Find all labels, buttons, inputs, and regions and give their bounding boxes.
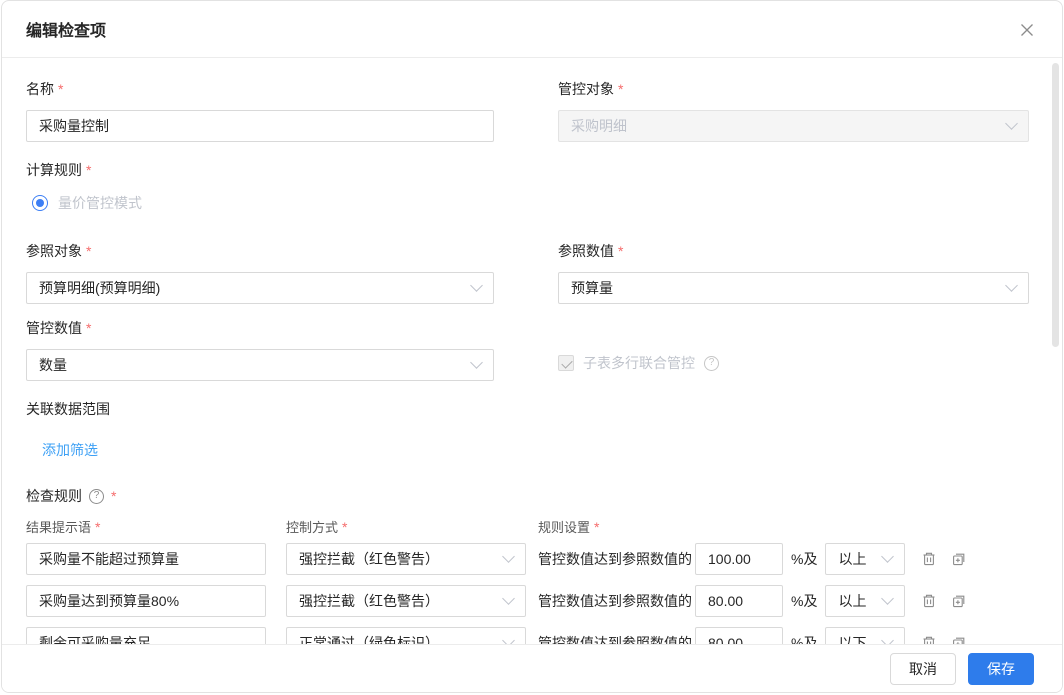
field-control-value: 管控数值 * 数量	[26, 320, 494, 381]
add-rule-button[interactable]	[950, 551, 967, 568]
chevron-down-icon	[882, 592, 895, 605]
required-asterisk: *	[58, 81, 63, 97]
required-asterisk: *	[594, 519, 599, 535]
required-asterisk: *	[342, 519, 347, 535]
chevron-down-icon	[470, 356, 483, 369]
rule-row: 强控拦截（红色警告） 管控数值达到参照数值的 %及 以上	[26, 543, 1038, 575]
joint-control-checkbox	[558, 355, 574, 371]
save-button[interactable]: 保存	[968, 653, 1034, 685]
edit-check-item-dialog: 编辑检查项 名称 * 管控对象 * 采购明细	[1, 0, 1063, 693]
data-range-label: 关联数据范围	[26, 399, 1038, 419]
rule-method-select[interactable]: 强控拦截（红色警告）	[286, 585, 526, 617]
setting-column-header: 规则设置 *	[538, 517, 1038, 536]
dialog-footer: 取消 保存	[2, 644, 1062, 692]
rule-row: 强控拦截（红色警告） 管控数值达到参照数值的 %及 以上	[26, 585, 1038, 617]
field-reference-object: 参照对象 * 预算明细(预算明细)	[26, 243, 494, 304]
add-filter-link[interactable]: 添加筛选	[42, 440, 98, 460]
check-rules-label: 检查规则 ? *	[26, 486, 1038, 506]
field-control-object: 管控对象 * 采购明细	[558, 81, 1029, 142]
calc-rule-radio-row: 量价管控模式	[32, 193, 1038, 213]
reference-value-label: 参照数值 *	[558, 243, 1029, 259]
rule-prefix-text: 管控数值达到参照数值的	[538, 591, 692, 611]
field-reference-value: 参照数值 * 预算量	[558, 243, 1029, 304]
joint-control-label: 子表多行联合管控	[583, 353, 695, 373]
cancel-button[interactable]: 取消	[890, 653, 956, 685]
chevron-down-icon	[502, 592, 515, 605]
rule-percent-input[interactable]	[695, 585, 783, 617]
chevron-down-icon	[1005, 279, 1018, 292]
rule-prefix-text: 管控数值达到参照数值的	[538, 549, 692, 569]
required-asterisk: *	[111, 488, 116, 504]
required-asterisk: *	[86, 320, 91, 336]
dialog-body: 名称 * 管控对象 * 采购明细 计算规则 *	[2, 58, 1062, 646]
reference-object-label: 参照对象 *	[26, 243, 494, 259]
dialog-title: 编辑检查项	[26, 17, 106, 41]
calc-rule-label: 计算规则 *	[26, 160, 1038, 180]
delete-rule-button[interactable]	[920, 593, 937, 610]
joint-control-row: 子表多行联合管控 ?	[558, 353, 1029, 373]
rule-bound-select[interactable]: 以上	[825, 585, 905, 617]
chevron-down-icon	[470, 279, 483, 292]
method-column-header: 控制方式 *	[286, 517, 538, 536]
control-object-select: 采购明细	[558, 110, 1029, 142]
help-circle-icon[interactable]: ?	[89, 489, 104, 504]
control-value-label: 管控数值 *	[26, 320, 494, 336]
delete-rule-button[interactable]	[920, 551, 937, 568]
rule-percent-unit: %及	[791, 549, 817, 569]
rule-prompt-input[interactable]	[26, 543, 266, 575]
rule-bound-select[interactable]: 以上	[825, 543, 905, 575]
copy-plus-icon	[951, 551, 967, 567]
control-object-label: 管控对象 *	[558, 81, 1029, 97]
chevron-down-icon	[502, 550, 515, 563]
chevron-down-icon	[882, 550, 895, 563]
dialog-header: 编辑检查项	[2, 1, 1062, 58]
prompt-column-header: 结果提示语 *	[26, 517, 286, 536]
reference-object-select[interactable]: 预算明细(预算明细)	[26, 272, 494, 304]
close-icon	[1019, 22, 1035, 38]
required-asterisk: *	[86, 162, 91, 178]
name-label: 名称 *	[26, 81, 494, 97]
reference-value-select[interactable]: 预算量	[558, 272, 1029, 304]
add-rule-button[interactable]	[950, 593, 967, 610]
name-input[interactable]	[26, 110, 494, 142]
scrollbar-thumb[interactable]	[1052, 63, 1059, 347]
copy-plus-icon	[951, 593, 967, 609]
required-asterisk: *	[618, 243, 623, 259]
trash-icon	[921, 551, 937, 567]
rules-table-headers: 结果提示语 * 控制方式 * 规则设置 *	[26, 517, 1038, 536]
help-circle-icon[interactable]: ?	[704, 356, 719, 371]
chevron-down-icon	[1005, 117, 1018, 130]
required-asterisk: *	[95, 519, 100, 535]
rule-percent-input[interactable]	[695, 543, 783, 575]
required-asterisk: *	[618, 81, 623, 97]
close-button[interactable]	[1018, 21, 1036, 39]
rule-percent-unit: %及	[791, 591, 817, 611]
calc-mode-radio-label: 量价管控模式	[58, 193, 142, 213]
calc-mode-radio	[32, 195, 48, 211]
control-value-select[interactable]: 数量	[26, 349, 494, 381]
field-name: 名称 *	[26, 81, 494, 142]
trash-icon	[921, 593, 937, 609]
rule-prompt-input[interactable]	[26, 585, 266, 617]
required-asterisk: *	[86, 243, 91, 259]
rule-method-select[interactable]: 强控拦截（红色警告）	[286, 543, 526, 575]
